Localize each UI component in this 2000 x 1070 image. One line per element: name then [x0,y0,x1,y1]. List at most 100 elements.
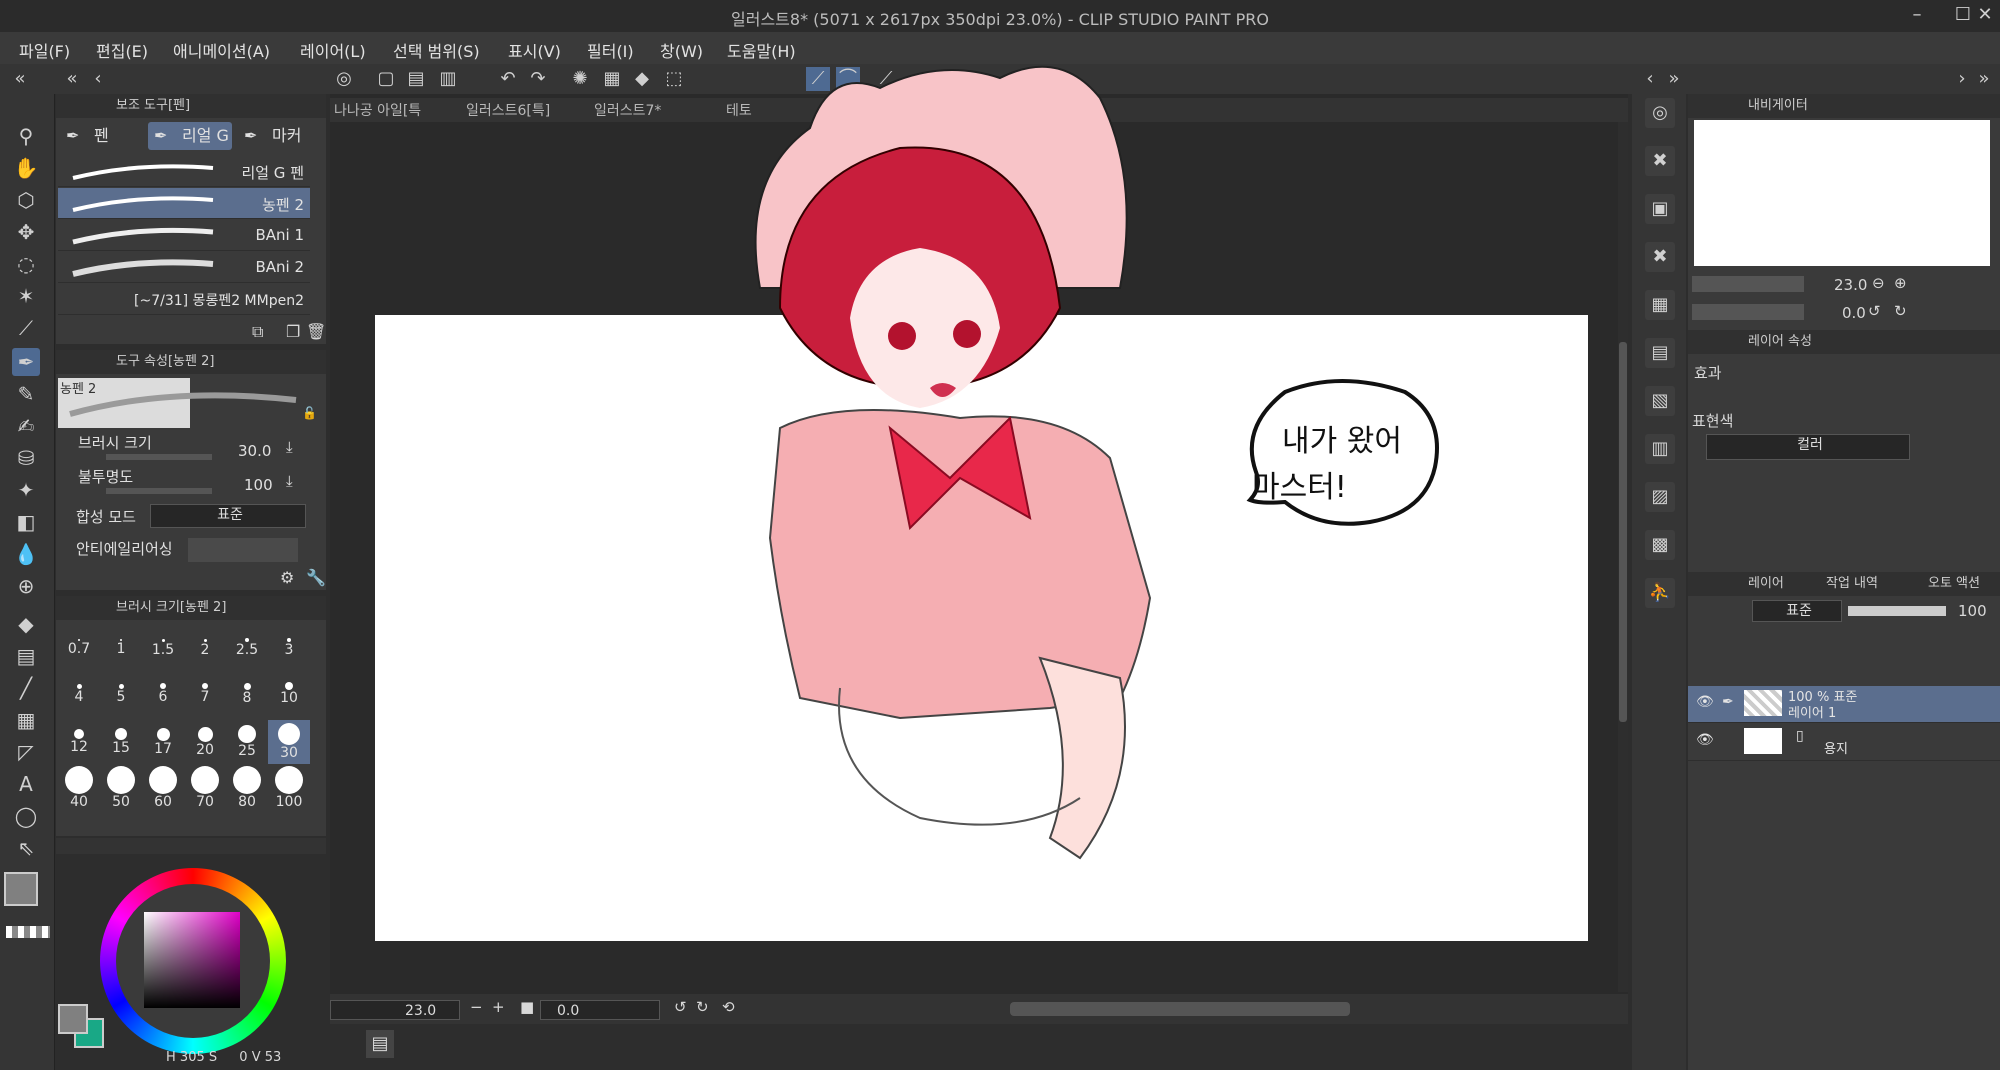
minimize-icon[interactable]: – [1906,4,1928,26]
collapse-left-icon[interactable]: « [8,67,32,91]
eyedropper-icon[interactable]: ⟋ [12,314,40,342]
reset-rotation-icon[interactable]: ⟲ [722,998,735,1016]
correct-line-icon[interactable]: ⇖ [12,834,40,862]
material-icon[interactable]: ▧ [1645,386,1675,416]
balloon-icon[interactable]: ◯ [12,802,40,830]
doc-tab[interactable]: 일러스트7* [594,100,661,120]
transform-icon[interactable]: ⬚ [662,67,686,91]
brush-size-cell[interactable]: 25 [226,720,268,764]
rotate-right-icon[interactable]: ↻ [696,998,709,1016]
fill-bucket-icon[interactable]: ◆ [12,610,40,638]
brush-size-cell[interactable]: 1.5 [142,626,184,670]
rotate-left-icon[interactable]: ↺ [674,998,687,1016]
magic-wand-icon[interactable]: ✶ [12,282,40,310]
navigator-zoom-slider[interactable] [1692,276,1804,292]
brush-size-cell[interactable]: 40 [58,766,100,810]
brush-size-cell[interactable]: 10 [268,672,310,716]
zoom-in-icon[interactable]: + [492,998,505,1016]
rotate-left-icon[interactable]: ↺ [1868,302,1881,320]
brush-size-cell[interactable]: 20 [184,720,226,764]
airbrush-icon[interactable]: ⛁ [12,444,40,472]
lasso-icon[interactable]: ◌ [12,250,40,278]
expression-select[interactable]: 컬러 [1706,434,1910,460]
main-color-swatch[interactable] [4,872,38,906]
brush-item[interactable]: 농펜 2 [58,188,310,219]
menu-view[interactable]: 표시(V) [508,38,561,62]
tab-pen[interactable]: ✒ 펜 [60,122,144,150]
navigator-preview[interactable] [1694,120,1990,266]
opacity-value[interactable]: 100 [244,476,273,494]
menu-layer[interactable]: 레이어(L) [300,38,366,62]
redo-icon[interactable]: ↷ [526,67,550,91]
menu-selection[interactable]: 선택 범위(S) [393,38,480,62]
brush-size-cell[interactable]: 2.5 [226,626,268,670]
close-icon[interactable]: ✕ [1974,4,1996,26]
layer-blend-select[interactable]: 표준 [1752,600,1842,622]
brush-size-cell[interactable]: 50 [100,766,142,810]
navigator-icon[interactable]: ◎ [1645,98,1675,128]
brush-item[interactable]: BAni 2 [58,252,310,283]
chevron-right-icon[interactable]: › [1950,67,1974,91]
download-icon[interactable]: ⤓ [286,438,293,456]
collapse-icon[interactable]: « [60,67,84,91]
navigator-angle-slider[interactable] [1692,304,1804,320]
horizontal-scroll-thumb[interactable] [1010,1002,1350,1016]
brush-size-cell[interactable]: 6 [142,672,184,716]
brush-size-cell[interactable]: 3 [268,626,310,670]
figure-icon[interactable]: ⊕ [12,572,40,600]
brush-size-cell[interactable]: 2 [184,626,226,670]
clip-studio-icon[interactable]: ◎ [332,67,356,91]
angle-field[interactable]: 0.0 [540,1000,660,1020]
doc-tab[interactable]: 나나공 아일[특 [334,100,421,120]
settings-icon[interactable]: ⚙ [280,568,294,587]
zoom-icon[interactable]: ⚲ [12,122,40,150]
brush-size-cell[interactable]: 8 [226,672,268,716]
maximize-icon[interactable]: ☐ [1952,4,1974,26]
eye-icon[interactable]: 👁 [1696,694,1714,710]
tab-auto-action[interactable]: 오토 액션 [1928,572,1980,596]
tab-layer[interactable]: 레이어 [1748,572,1784,596]
hand-icon[interactable]: ✋ [12,154,40,182]
tab-marker[interactable]: ✒ 마커 [238,122,322,150]
main-color-swatch[interactable] [58,1004,88,1034]
copy-icon[interactable]: ❐ [286,322,300,341]
move-icon[interactable]: ✥ [12,218,40,246]
frame-icon[interactable]: ▦ [12,706,40,734]
new-file-icon[interactable]: ▢ [374,67,398,91]
brush-size-value[interactable]: 30.0 [238,442,271,460]
brush-size-cell[interactable]: 100 [268,766,310,810]
save-icon[interactable]: ▥ [436,67,460,91]
pen-icon[interactable]: ✒ [12,348,40,376]
collapse-right-icon[interactable]: » [1662,67,1686,91]
brush-size-cell[interactable]: 80 [226,766,268,810]
navigator-title[interactable]: 내비게이터 [1688,98,1808,113]
material-icon[interactable]: ▦ [1645,290,1675,320]
color-tabs[interactable] [56,838,326,854]
layer-row[interactable]: 👁 ✒ 100 % 표준 레이어 1 [1688,686,2000,723]
tab-history[interactable]: 작업 내역 [1826,572,1878,596]
blend-select[interactable]: 표준 [150,504,306,528]
layer-select-icon[interactable]: ⬡ [12,186,40,214]
brush-size-cell[interactable]: 15 [100,720,142,764]
material-icon[interactable]: ▣ [1645,194,1675,224]
eye-icon[interactable]: 👁 [1696,732,1714,748]
brush-size-cell[interactable]: 7 [184,672,226,716]
menu-animation[interactable]: 애니메이션(A) [173,38,270,62]
brush-size-slider[interactable] [106,454,212,460]
brush-size-cell[interactable]: 30 [268,720,310,764]
layer-opacity-value[interactable]: 100 [1958,602,1987,620]
brush-size-cell[interactable]: 12 [58,720,100,764]
material-icon[interactable]: ▩ [1645,530,1675,560]
menu-file[interactable]: 파일(F) [19,38,70,62]
gradient-icon[interactable]: ▤ [12,642,40,670]
zoom-out-icon[interactable]: ⊖ [1872,274,1885,292]
tab-real-g[interactable]: ✒ 리얼 G [148,122,232,150]
aa-options[interactable] [188,538,298,562]
wrench-icon[interactable]: 🔧 [306,568,326,587]
brush-item[interactable]: [~7/31] 몽롱펜2 MMpen2 [58,284,310,315]
pencil-icon[interactable]: ✎ [12,380,40,408]
decoration-icon[interactable]: ✦ [12,476,40,504]
rotate-right-icon[interactable]: ↻ [1894,302,1907,320]
transparent-color-swatch[interactable] [6,926,50,938]
brush-size-cell[interactable]: 60 [142,766,184,810]
